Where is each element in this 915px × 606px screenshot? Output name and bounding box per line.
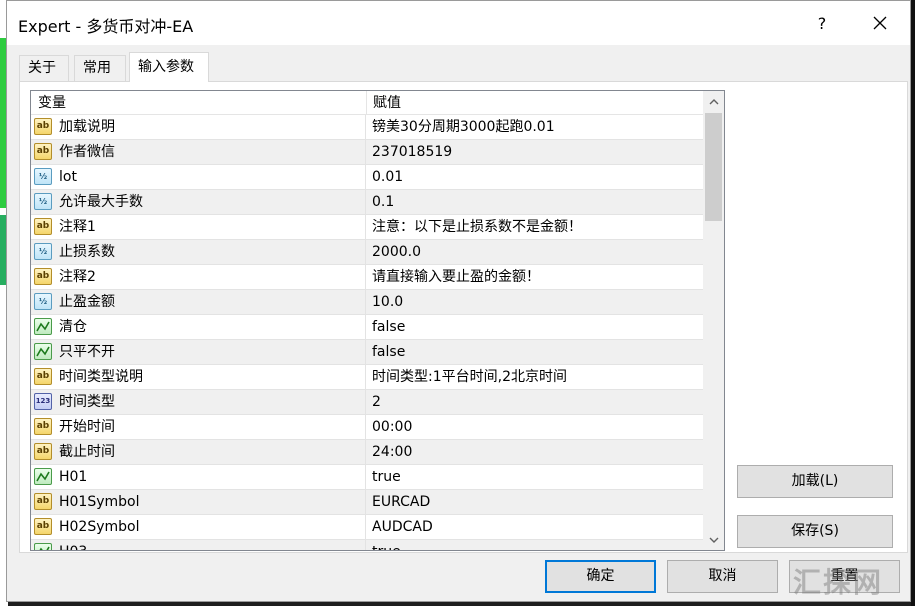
table-row[interactable]: lot ½ 0.01	[31, 165, 703, 190]
vertical-scrollbar[interactable]	[703, 91, 724, 550]
integer-123-icon: 123	[34, 393, 52, 410]
string-ab-icon: ab	[34, 443, 52, 460]
table-row[interactable]: H03true	[31, 540, 703, 550]
scroll-down-button[interactable]	[703, 529, 724, 550]
parameter-value[interactable]: 请直接输入要止盈的金额！	[367, 265, 703, 289]
bool-check-icon	[34, 343, 52, 360]
ok-button[interactable]: 确定	[545, 560, 656, 593]
save-button[interactable]: 保存(S)	[737, 515, 893, 548]
parameter-name: 允许最大手数	[31, 190, 366, 214]
help-icon: ?	[817, 13, 827, 33]
tab-common[interactable]: 常用	[74, 55, 126, 81]
parameter-value[interactable]: 0.01	[367, 165, 703, 189]
parameter-value[interactable]: false	[367, 315, 703, 339]
parameter-name: 只平不开	[31, 340, 366, 364]
parameter-name: 开始时间	[31, 415, 366, 439]
parameter-name: 时间类型	[31, 390, 366, 414]
close-button[interactable]	[851, 1, 909, 45]
table-row[interactable]: 加载说明 ab 镑美30分周期3000起跑0.01	[31, 115, 703, 140]
table-row[interactable]: 时间类型说明 ab 时间类型:1平台时间,2北京时间	[31, 365, 703, 390]
string-ab-icon: ab	[34, 118, 52, 135]
table-row[interactable]: 允许最大手数 ½ 0.1	[31, 190, 703, 215]
table-row[interactable]: 开始时间 ab 00:00	[31, 415, 703, 440]
expert-properties-dialog: Expert - 多货币对冲-EA ? 关于 常用 输入参数 变量 赋值 加载说…	[6, 0, 911, 602]
window-title: Expert - 多货币对冲-EA	[18, 17, 194, 36]
string-ab-icon: ab	[34, 368, 52, 385]
close-icon	[873, 16, 887, 30]
string-ab-icon: ab	[34, 143, 52, 160]
double-half-icon: ½	[34, 293, 52, 310]
parameter-value[interactable]: 时间类型:1平台时间,2北京时间	[367, 365, 703, 389]
parameter-name: 注释2	[31, 265, 366, 289]
parameter-name: 清仓	[31, 315, 366, 339]
table-row[interactable]: 作者微信 ab 237018519	[31, 140, 703, 165]
string-ab-icon: ab	[34, 418, 52, 435]
parameter-value[interactable]: 24:00	[367, 440, 703, 464]
parameter-name: 注释1	[31, 215, 366, 239]
grid-rows: 加载说明 ab 镑美30分周期3000起跑0.01 作者微信 ab 237018519 lo…	[31, 115, 703, 550]
table-row[interactable]: H02Symbol ab AUDCAD	[31, 515, 703, 540]
parameter-name: 作者微信	[31, 140, 366, 164]
parameter-value[interactable]: AUDCAD	[367, 515, 703, 539]
double-half-icon: ½	[34, 193, 52, 210]
chevron-up-icon	[709, 98, 718, 104]
scroll-thumb[interactable]	[705, 113, 722, 221]
table-row[interactable]: H01Symbol ab EURCAD	[31, 490, 703, 515]
parameter-value[interactable]: 10.0	[367, 290, 703, 314]
parameter-name: 止盈金额	[31, 290, 366, 314]
bool-check-icon	[34, 318, 52, 335]
parameter-name: H01	[31, 465, 366, 489]
string-ab-icon: ab	[34, 268, 52, 285]
parameter-name: 截止时间	[31, 440, 366, 464]
string-ab-icon: ab	[34, 493, 52, 510]
parameter-name: H01Symbol	[31, 490, 366, 514]
parameter-value[interactable]: EURCAD	[367, 490, 703, 514]
parameter-value[interactable]: false	[367, 340, 703, 364]
bool-check-icon	[34, 543, 52, 550]
parameter-name: lot	[31, 165, 366, 189]
table-row[interactable]: 注释1 ab 注意：以下是止损系数不是金额！	[31, 215, 703, 240]
title-bar[interactable]: Expert - 多货币对冲-EA ?	[7, 1, 910, 45]
table-row[interactable]: 只平不开 false	[31, 340, 703, 365]
parameter-value[interactable]: 镑美30分周期3000起跑0.01	[367, 115, 703, 139]
table-row[interactable]: 时间类型 123 2	[31, 390, 703, 415]
table-row[interactable]: 止损系数 ½ 2000.0	[31, 240, 703, 265]
parameter-value[interactable]: 2	[367, 390, 703, 414]
parameter-value[interactable]: 2000.0	[367, 240, 703, 264]
parameter-name: 时间类型说明	[31, 365, 366, 389]
parameter-name: H02Symbol	[31, 515, 366, 539]
column-header-value[interactable]: 赋值	[366, 91, 401, 115]
parameter-name: H03	[31, 540, 366, 550]
table-row[interactable]: 截止时间 ab 24:00	[31, 440, 703, 465]
chevron-down-icon	[709, 537, 718, 543]
string-ab-icon: ab	[34, 218, 52, 235]
reset-button[interactable]: 重置	[789, 560, 900, 593]
parameter-value[interactable]: 注意：以下是止损系数不是金额！	[367, 215, 703, 239]
column-header-variable[interactable]: 变量	[31, 91, 66, 115]
parameter-value[interactable]: 0.1	[367, 190, 703, 214]
double-half-icon: ½	[34, 243, 52, 260]
parameter-name: 加载说明	[31, 115, 366, 139]
table-row[interactable]: 注释2 ab 请直接输入要止盈的金额！	[31, 265, 703, 290]
parameter-value[interactable]: true	[367, 465, 703, 489]
cancel-button[interactable]: 取消	[667, 560, 778, 593]
table-row[interactable]: 止盈金额 ½ 10.0	[31, 290, 703, 315]
tab-inputs[interactable]: 输入参数	[129, 52, 209, 82]
double-half-icon: ½	[34, 168, 52, 185]
load-button[interactable]: 加载(L)	[737, 465, 893, 498]
string-ab-icon: ab	[34, 518, 52, 535]
table-row[interactable]: 清仓 false	[31, 315, 703, 340]
help-button[interactable]: ?	[793, 1, 851, 45]
parameter-value[interactable]: true	[367, 540, 703, 550]
background-app-strip-right	[911, 0, 915, 606]
tab-about[interactable]: 关于	[19, 55, 69, 81]
scroll-up-button[interactable]	[703, 91, 724, 112]
parameter-name: 止损系数	[31, 240, 366, 264]
input-parameters-grid: 变量 赋值 加载说明 ab 镑美30分周期3000起跑0.01 作者微信 ab 23701…	[30, 90, 725, 551]
parameter-value[interactable]: 237018519	[367, 140, 703, 164]
grid-header: 变量 赋值	[31, 91, 703, 115]
parameter-value[interactable]: 00:00	[367, 415, 703, 439]
table-row[interactable]: H01 true	[31, 465, 703, 490]
bool-check-icon	[34, 468, 52, 485]
